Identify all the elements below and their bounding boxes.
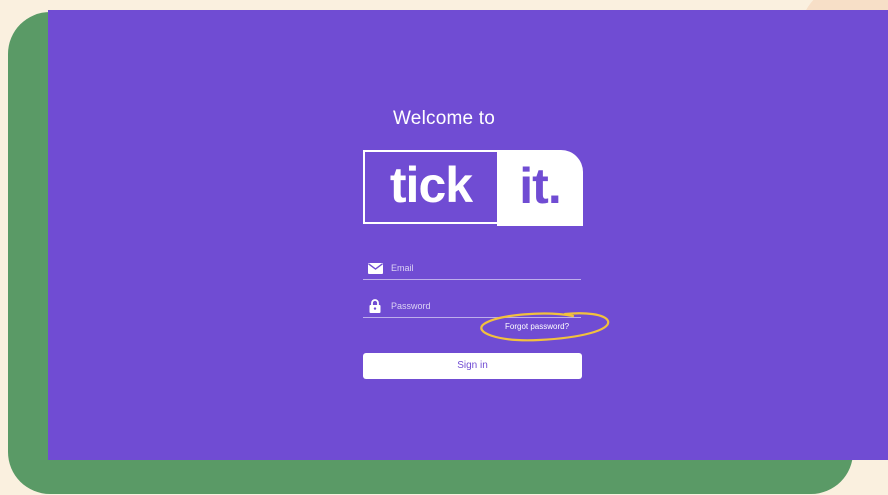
email-field [363,257,581,280]
logo-text-it: it. [519,158,561,214]
tickit-logo: tick it. [363,150,583,226]
slide-canvas: Welcome to tick it. Forgot pa [0,0,888,495]
login-screen [48,10,888,460]
sign-in-button[interactable]: Sign in [363,353,582,379]
lock-icon [367,299,383,313]
envelope-icon [367,261,383,275]
email-input[interactable] [391,263,571,273]
logo-text-tick: tick [389,157,473,213]
logo-tick-box: tick [363,150,497,224]
forgot-password-link[interactable]: Forgot password? [505,322,569,331]
logo-it-box: it. [497,150,583,226]
welcome-heading: Welcome to [393,108,495,129]
